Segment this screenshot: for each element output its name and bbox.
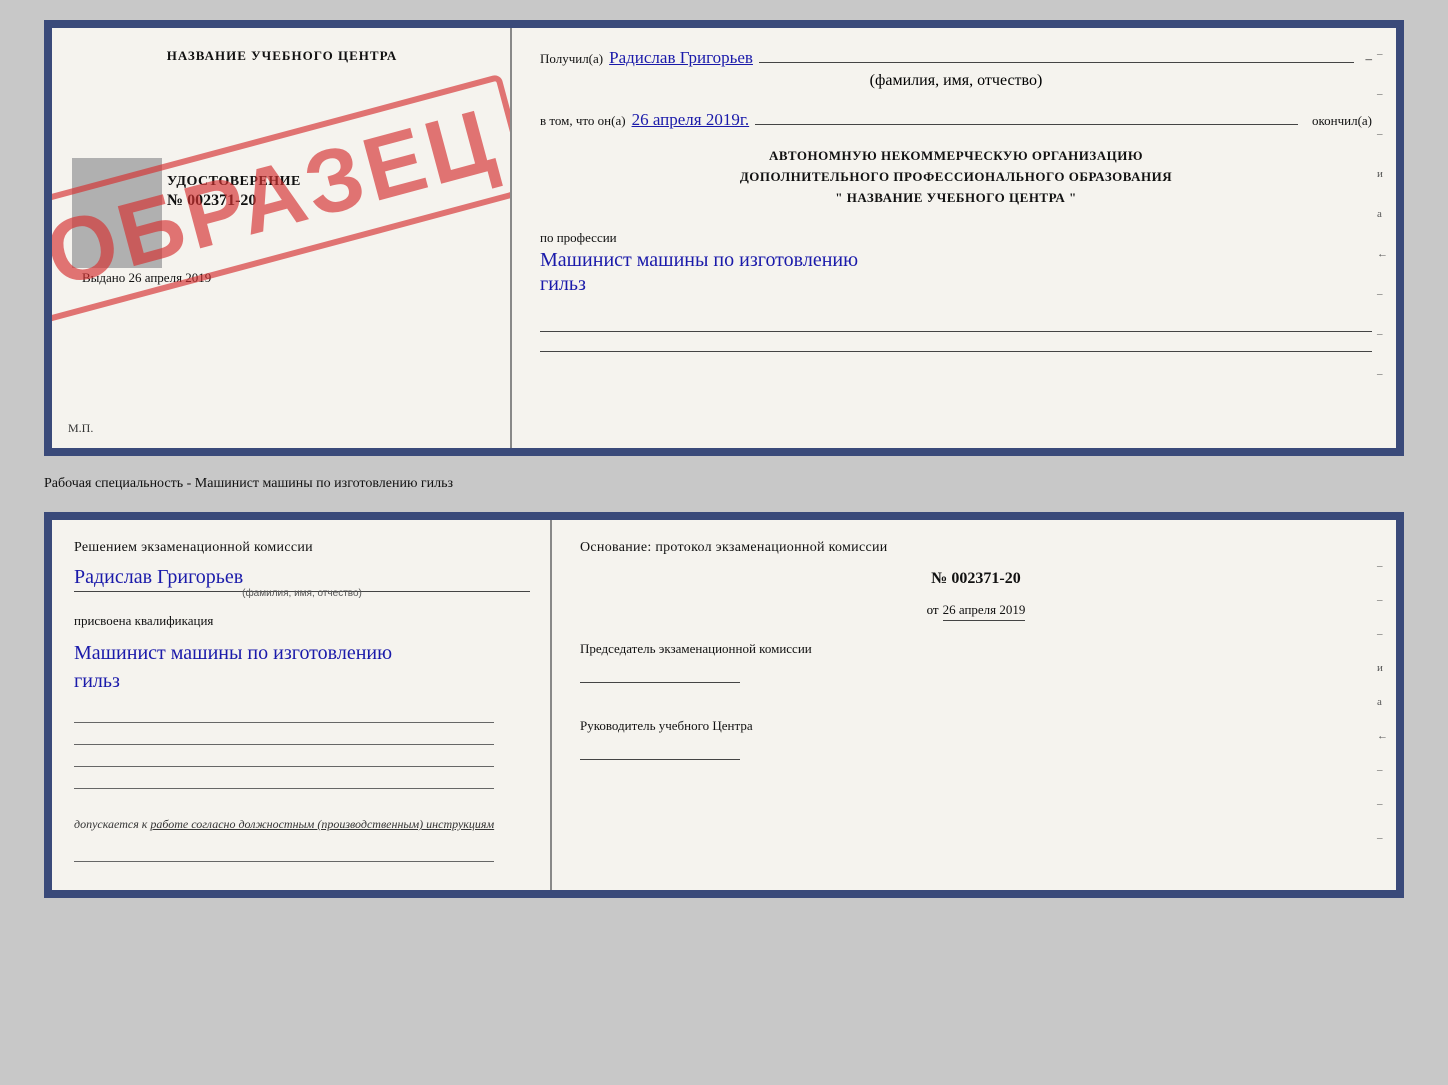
cert-vydano: Выдано 26 апреля 2019 <box>82 270 211 286</box>
rukov-title: Руководитель учебного Центра <box>580 716 1372 736</box>
cert-photo-placeholder <box>72 158 162 268</box>
org-block: АВТОНОМНУЮ НЕКОММЕРЧЕСКУЮ ОРГАНИЗАЦИЮ ДО… <box>540 146 1372 208</box>
predsedatel-block: Председатель экзаменационной комиссии <box>580 639 1372 688</box>
poluchil-label: Получил(а) <box>540 51 603 67</box>
predsedatel-sig-line <box>580 665 1372 689</box>
dash1: – <box>1366 51 1373 67</box>
cert-top-left-panel: НАЗВАНИЕ УЧЕБНОГО ЦЕНТРА УДОСТОВЕРЕНИЕ №… <box>52 28 512 448</box>
reshenie-title: Решением экзаменационной комиссии <box>74 540 530 556</box>
certificate-bottom: Решением экзаменационной комиссии Радисл… <box>44 512 1404 898</box>
profession-line2-top: гильз <box>540 270 1372 298</box>
poluchil-name: Радислав Григорьев <box>609 48 753 68</box>
cert-bottom-left-panel: Решением экзаменационной комиссии Радисл… <box>52 520 552 890</box>
rukov-block: Руководитель учебного Центра <box>580 716 1372 765</box>
okonchil-label: окончил(а) <box>1312 113 1372 129</box>
poluchil-row: Получил(а) Радислав Григорьев – <box>540 48 1372 68</box>
rukov-signature <box>580 742 740 760</box>
org-line1: АВТОНОМНУЮ НЕКОММЕРЧЕСКУЮ ОРГАНИЗАЦИЮ <box>540 146 1372 167</box>
bottom-prof-line2: гильз <box>74 670 120 692</box>
bottom-profession-block: Машинист машины по изготовлению гильз <box>74 639 530 695</box>
proto-num: № 002371-20 <box>580 570 1372 588</box>
dopuskaetsya-label: допускается к <box>74 817 147 831</box>
cert-udog-num: № 002371-20 <box>167 192 301 210</box>
fio-label-top: (фамилия, имя, отчество) <box>870 72 1043 89</box>
cert-bottom-right-panel: Основание: протокол экзаменационной коми… <box>552 520 1396 890</box>
cert-top-school-title: НАЗВАНИЕ УЧЕБНОГО ЦЕНТРА <box>72 48 492 64</box>
certificate-top: НАЗВАНИЕ УЧЕБНОГО ЦЕНТРА УДОСТОВЕРЕНИЕ №… <box>44 20 1404 456</box>
specialty-label: Рабочая специальность - Машинист машины … <box>44 472 1404 496</box>
cert-udog-title: УДОСТОВЕРЕНИЕ <box>167 174 301 190</box>
vtom-label: в том, что он(а) <box>540 113 626 129</box>
cert-mp: М.П. <box>68 421 93 436</box>
bottom-prof-line1: Машинист машины по изготовлению <box>74 642 392 664</box>
dopuskaetsya-block: допускается к работе согласно должностны… <box>74 817 530 832</box>
profession-block-top: по профессии Машинист машины по изготовл… <box>540 230 1372 298</box>
dopuskaetsya-text: работе согласно должностным (производств… <box>150 817 494 831</box>
bottom-dashes-top <box>540 318 1372 352</box>
org-line3: " НАЗВАНИЕ УЧЕБНОГО ЦЕНТРА " <box>540 188 1372 209</box>
bottom-person-name-wrapper: Радислав Григорьев (фамилия, имя, отчест… <box>74 566 530 599</box>
vtom-row: в том, что он(а) 26 апреля 2019г. окончи… <box>540 110 1372 130</box>
po-prof-label: по профессии <box>540 230 1372 246</box>
proto-date-row: от 26 апреля 2019 <box>580 602 1372 621</box>
predsedatel-signature <box>580 665 740 683</box>
vtom-date: 26 апреля 2019г. <box>632 110 750 130</box>
cert-top-right-panel: Получил(а) Радислав Григорьев – (фамилия… <box>512 28 1396 448</box>
bottom-left-dashlines <box>74 709 530 789</box>
prisvoyena-text: присвоена квалификация <box>74 613 530 629</box>
predsedatel-title: Председатель экзаменационной комиссии <box>580 639 1372 659</box>
cert-vydano-label: Выдано <box>82 270 125 285</box>
cert-vydano-date: 26 апреля 2019 <box>129 270 212 285</box>
rukov-sig-line <box>580 742 1372 766</box>
org-line2: ДОПОЛНИТЕЛЬНОГО ПРОФЕССИОНАЛЬНОГО ОБРАЗО… <box>540 167 1372 188</box>
bottom-fio-label: (фамилия, имя, отчество) <box>74 588 530 599</box>
proto-date-prefix: от <box>927 602 939 618</box>
proto-date: 26 апреля 2019 <box>943 602 1026 621</box>
right-side-marks-bottom: – – – и а ← – – – <box>1377 560 1388 844</box>
right-side-marks-top: – – – и а ← – – – <box>1377 48 1388 380</box>
osnovaniye-title: Основание: протокол экзаменационной коми… <box>580 540 1372 556</box>
cert-udog-block: УДОСТОВЕРЕНИЕ № 002371-20 <box>167 174 301 210</box>
